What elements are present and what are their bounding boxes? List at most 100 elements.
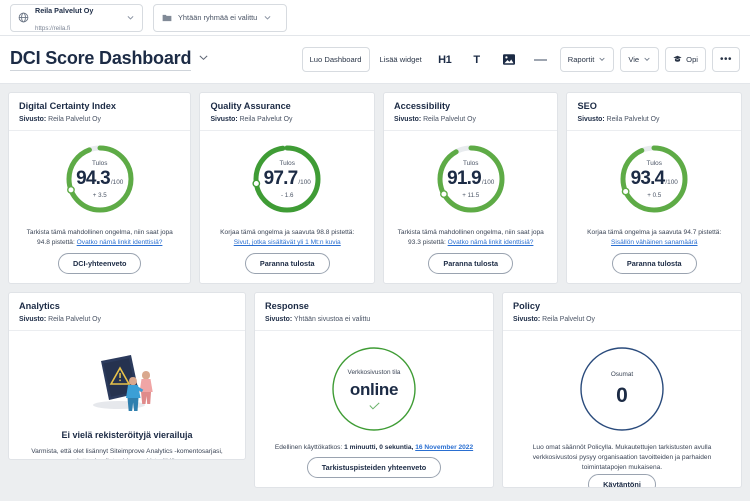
chevron-down-icon [263,9,272,27]
add-widget-button[interactable]: Lisää widget [376,47,426,72]
improve-score-button[interactable]: Paranna tulosta [244,253,330,274]
description-link[interactable]: Ovatko nämä linkit identtisiä? [448,239,534,246]
analytics-empty-text: Varmista, että olet lisännyt Siteimprove… [31,448,223,459]
card-header: SEO Sivusto: Reila Palvelut Oy [567,93,741,131]
score-gauge: Tulos 97.7 /100 - 1.6 [250,142,324,216]
card-description: Tarkista tämä mahdollinen ongelma, niin … [17,228,182,248]
policy-matches-circle: Osumat 0 [578,345,666,433]
card-title: Response [265,301,309,311]
dashboard-content: Digital Certainty Index Sivusto: Reila P… [0,84,750,496]
chevron-down-icon [126,9,135,27]
site-value: Reila Palvelut Oy [542,316,595,323]
matches-label: Osumat [610,370,634,378]
card-header: Response Sivusto: Yhtään sivustoa ei val… [255,293,493,331]
score-gauge: Tulos 94.3 /100 + 3.5 [63,142,137,216]
policy-description: Luo omat säännöt Policylla. Mukautettuje… [532,444,712,472]
note-link[interactable]: 16 November 2022 [415,444,473,451]
card-response: Response Sivusto: Yhtään sivustoa ei val… [254,292,494,488]
graduation-cap-icon [673,55,682,65]
site-label: Sivusto: [513,316,541,323]
card-body: Tulos 91.9 /100 + 11.5 Tarkista tämä mah… [384,131,558,283]
text-widget-icon[interactable]: T [464,47,490,72]
gauge-delta: - 1.6 [281,191,294,199]
site-label: Sivusto: [210,116,238,123]
description-link[interactable]: Ovatko nämä linkit identtisiä? [77,239,163,246]
gauge-max: /100 [298,178,311,186]
card-body: Tulos 97.7 /100 - 1.6 Korjaa tämä ongelm… [200,131,374,283]
site-label: Sivusto: [265,316,293,323]
card-policy: Policy Sivusto: Reila Palvelut Oy Osumat… [502,292,742,488]
heading-h1-icon[interactable]: H1 [432,47,458,72]
card-quality-assurance: Quality Assurance Sivusto: Reila Palvelu… [199,92,375,284]
card-description: Tarkista tämä mahdollinen ongelma, niin … [392,228,550,248]
reports-dropdown[interactable]: Raportit [559,47,615,72]
card-title: SEO [577,101,597,111]
note-value: 1 minuutti, 0 sekuntia, [344,444,416,451]
gauge-label: Tulos [279,159,295,167]
card-body: Verkkosivuston tila online Edellinen käy… [255,331,493,487]
response-note: Edellinen käyttökatkos: 1 minuutti, 0 se… [275,443,473,453]
card-header: Analytics Sivusto: Reila Palvelut Oy [9,293,245,331]
card-site: Sivusto: Reila Palvelut Oy [513,316,731,323]
page-title: DCI Score Dashboard [10,48,191,71]
export-label: Vie [628,55,640,64]
image-icon[interactable] [496,47,522,72]
card-title: Digital Certainty Index [19,101,116,111]
card-header: Accessibility Sivusto: Reila Palvelut Oy [383,93,558,131]
card-seo: SEO Sivusto: Reila Palvelut Oy Tulos 93.… [566,92,742,284]
card-site: Sivusto: Reila Palvelut Oy [394,116,548,123]
dashboard-page: Reila Palvelut Oy https://reila.fi Yhtää… [0,0,750,501]
dci-summary-button[interactable]: DCI-yhteenveto [57,253,142,274]
export-dropdown[interactable]: Vie [620,47,660,72]
card-digital-certainty-index: Digital Certainty Index Sivusto: Reila P… [8,92,192,284]
gauge-max: /100 [665,178,678,186]
gauge-max: /100 [110,178,124,186]
card-site: Sivusto: Yhtään sivustoa ei valittu [265,316,483,323]
website-status-circle: Verkkosivuston tila online [330,345,418,433]
description-link[interactable]: Sivut, jotka sisältävät yli 1 Mt:n kuvia [234,239,341,246]
description-text: Korjaa tämä ongelma ja saavuta 98.8 pist… [220,229,355,236]
site-selector-url: https://reila.fi [35,24,71,32]
score-gauge: Tulos 93.4 /100 + 0.5 [617,142,691,216]
score-card-row: Digital Certainty Index Sivusto: Reila P… [8,92,742,284]
secondary-card-row: Analytics Sivusto: Reila Palvelut Oy Ei … [8,292,742,488]
card-body: Osumat 0 Luo omat säännöt Policylla. Muk… [503,331,741,487]
improve-score-button[interactable]: Paranna tulosta [611,253,697,274]
description-text: Korjaa tämä ongelma ja saavuta 94.7 pist… [587,229,722,236]
card-analytics: Analytics Sivusto: Reila Palvelut Oy Ei … [8,292,246,460]
gauge-score: 97.7 [263,167,299,189]
chevron-down-icon[interactable] [198,50,209,68]
site-selector[interactable]: Reila Palvelut Oy https://reila.fi [10,3,143,32]
description-link[interactable]: Sisällön vähäinen sanamäärä [611,239,698,246]
matches-value: 0 [616,383,628,407]
checkpoint-summary-button[interactable]: Tarkistuspisteiden yhteenveto [306,457,442,478]
card-description: Korjaa tämä ongelma ja saavuta 98.8 pist… [208,228,366,248]
improve-score-button[interactable]: Paranna tulosta [428,253,514,274]
site-value: Reila Palvelut Oy [606,116,660,123]
page-title-group[interactable]: DCI Score Dashboard [10,48,209,71]
card-title: Accessibility [393,101,451,111]
gauge-label: Tulos [92,159,108,167]
learn-button[interactable]: Opi [665,47,706,72]
gauge-delta: + 0.5 [647,191,662,199]
site-value: Yhtään sivustoa ei valittu [293,316,371,323]
create-dashboard-button[interactable]: Luo Dashboard [301,47,370,72]
card-description: Korjaa tämä ongelma ja saavuta 94.7 pist… [575,228,733,248]
site-selector-name: Reila Palvelut Oy [35,5,94,15]
site-value: Reila Palvelut Oy [48,116,101,123]
gauge-score: 94.3 [76,167,111,189]
gauge-delta: + 11.5 [462,191,480,199]
top-bar: Reila Palvelut Oy https://reila.fi Yhtää… [0,0,750,36]
gauge-label: Tulos [646,159,662,167]
group-icon [161,12,172,23]
card-site: Sivusto: Reila Palvelut Oy [19,316,235,323]
group-selector[interactable]: Yhtään ryhmää ei valittu [153,3,287,32]
check-icon [368,401,380,410]
gauge-score: 91.9 [447,167,482,189]
horizontal-rule-icon[interactable] [528,47,554,72]
card-header: Quality Assurance Sivusto: Reila Palvelu… [200,93,374,131]
more-options-button[interactable]: ••• [711,47,740,72]
my-policies-button[interactable]: Käytäntöni [588,473,656,487]
site-value: Reila Palvelut Oy [423,116,476,123]
analytics-empty-title: Ei vielä rekisteröityjä vierailuja [61,430,193,440]
